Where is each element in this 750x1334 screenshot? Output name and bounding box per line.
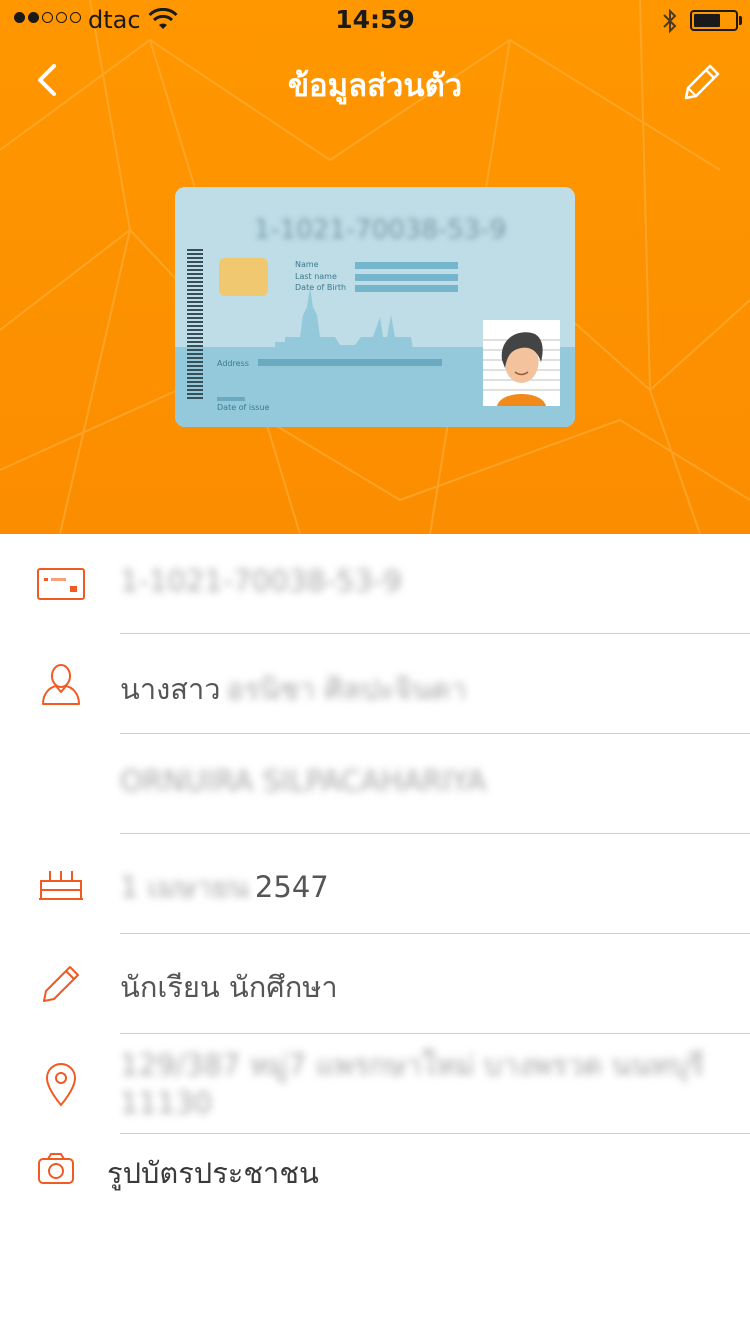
occupation-value: นักเรียน นักศึกษา	[120, 970, 338, 1004]
id-photo-row[interactable]: รูปบัตรประชาชน	[0, 1134, 750, 1234]
address-row[interactable]: 129/387 หมู่7 แพรกษาใหม่ บางพรวด นนทบุรี…	[0, 1034, 750, 1134]
thai-name: อรนิชา ศิลปะจินดา	[226, 672, 467, 706]
card-address-label: Address	[217, 359, 249, 368]
pencil-icon[interactable]	[680, 60, 724, 104]
birth-day-month: 1 เมษายน	[120, 870, 249, 904]
card-lastname-field	[355, 274, 458, 281]
id-card-illustration[interactable]: 1-1021-70038-53-9 Name Last name Date of…	[175, 187, 575, 427]
location-pin-icon	[45, 1063, 77, 1107]
english-name-value: ORNUIRA SILPACAHARIYA	[120, 764, 487, 798]
card-dob-label: Date of Birth	[295, 283, 347, 292]
profile-header: dtac 14:59 ข้อมูลส่วนตัว 1-1021-70038-53…	[0, 0, 750, 534]
person-icon	[42, 664, 80, 705]
id-photo-label: รูปบัตรประชาชน	[107, 1156, 319, 1190]
card-portrait	[483, 320, 560, 406]
address-value: 129/387 หมู่7 แพรกษาใหม่ บางพรวด นนทบุรี…	[120, 1048, 705, 1120]
english-name-row[interactable]: ORNUIRA SILPACAHARIYA	[0, 734, 750, 834]
id-number-row[interactable]: 1-1021-70038-53-9	[0, 534, 750, 634]
battery-icon	[690, 10, 738, 31]
id-number-value: 1-1021-70038-53-9	[120, 564, 402, 598]
card-number: 1-1021-70038-53-9	[253, 215, 507, 245]
battery-tip	[739, 16, 742, 25]
pencil-icon	[43, 966, 79, 1002]
card-dob-field	[355, 285, 458, 292]
navigation-bar: ข้อมูลส่วนตัว	[0, 40, 750, 120]
card-issue-field	[217, 397, 245, 401]
birthday-cake-icon	[39, 871, 83, 900]
birth-year: 2547	[254, 870, 329, 904]
card-issue-label: Date of issue	[217, 403, 270, 412]
page-title: ข้อมูลส่วนตัว	[287, 68, 463, 104]
name-prefix: นางสาว	[120, 672, 221, 706]
camera-icon	[38, 1153, 74, 1184]
status-bar: dtac 14:59	[0, 0, 750, 40]
card-address-field	[258, 359, 442, 366]
bluetooth-icon	[663, 8, 677, 34]
birth-date-value: 1 เมษายน 2547	[120, 864, 710, 910]
card-name-field	[355, 262, 458, 269]
thai-name-value: นางสาว อรนิชา ศิลปะจินดา	[120, 666, 710, 712]
card-lastname-label: Last name	[295, 272, 337, 281]
barcode	[187, 249, 203, 399]
occupation-row[interactable]: นักเรียน นักศึกษา	[0, 934, 750, 1034]
card-name-label: Name	[295, 260, 319, 269]
birth-date-row[interactable]: 1 เมษายน 2547	[0, 834, 750, 934]
battery-level-fill	[694, 14, 720, 27]
clock: 14:59	[335, 5, 415, 34]
id-card-icon	[37, 568, 85, 600]
chip	[219, 258, 268, 296]
thai-name-row[interactable]: นางสาว อรนิชา ศิลปะจินดา	[0, 634, 750, 734]
